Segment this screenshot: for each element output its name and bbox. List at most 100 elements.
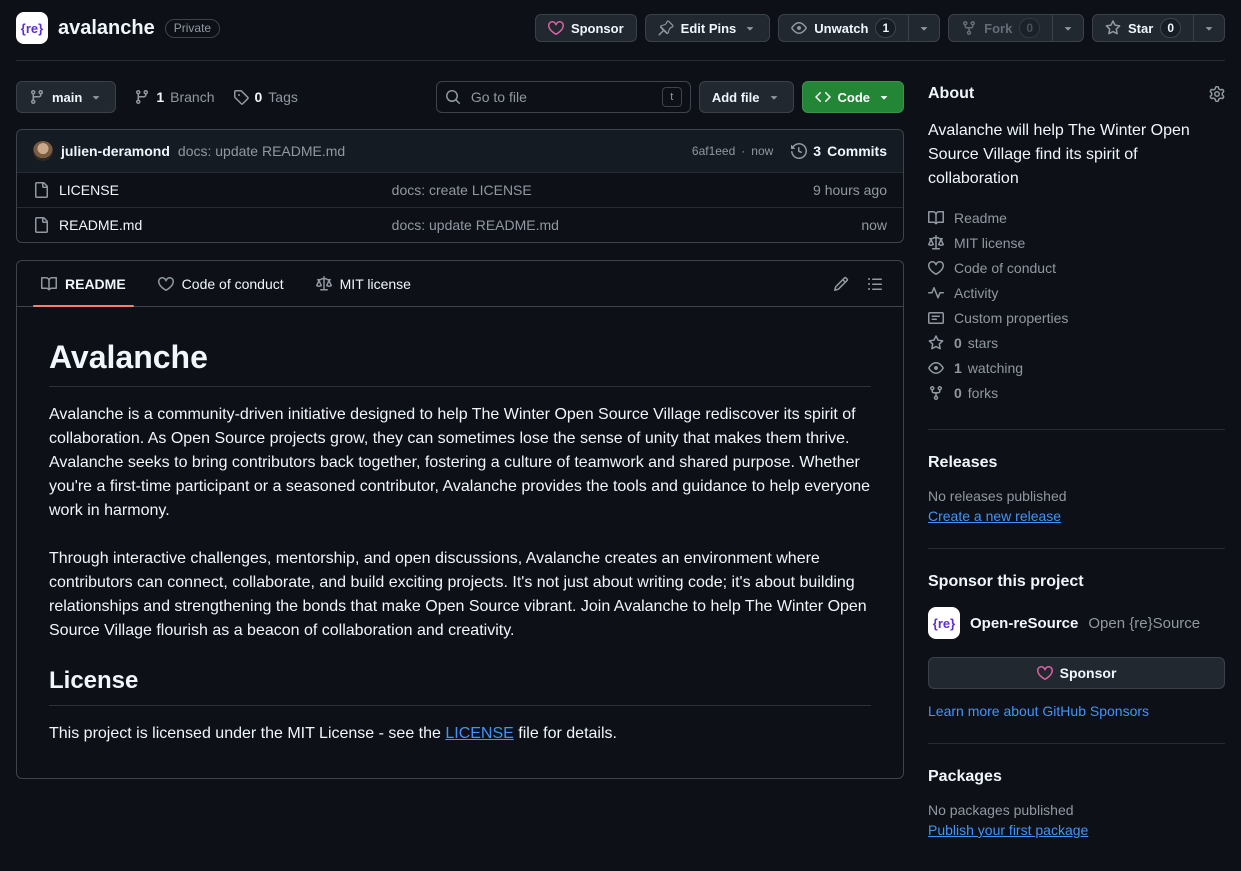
author-avatar[interactable] [33, 141, 53, 161]
publish-package-link[interactable]: Publish your first package [928, 822, 1088, 838]
star-icon [1105, 20, 1121, 36]
releases-title: Releases [928, 454, 1225, 472]
license-heading: License [49, 667, 871, 706]
history-icon [791, 143, 807, 159]
code-label: Code [838, 90, 871, 105]
sidebar-item-readme[interactable]: Readme [928, 205, 1225, 230]
chevron-down-icon [743, 21, 757, 35]
book-icon [41, 276, 57, 292]
outline-list-icon[interactable] [867, 276, 883, 292]
gear-icon[interactable] [1209, 86, 1225, 102]
law-icon [316, 276, 332, 292]
branch-selector[interactable]: main [16, 81, 116, 113]
commit-message-link[interactable]: docs: update README.md [178, 143, 345, 159]
repo-name[interactable]: avalanche [58, 17, 155, 40]
sidebar-item-mit-license[interactable]: MIT license [928, 230, 1225, 255]
dot-separator: · [741, 144, 745, 158]
chevron-down-icon [1061, 21, 1075, 35]
commit-history-link[interactable]: 3 Commits [791, 143, 887, 159]
add-file-button[interactable]: Add file [699, 81, 794, 113]
content-grid: main 1 Branch 0 Tags t [16, 81, 1225, 862]
goto-file-search[interactable]: t [436, 81, 691, 113]
main-column: main 1 Branch 0 Tags t [16, 81, 904, 779]
learn-more-sponsors-link[interactable]: Learn more about GitHub Sponsors [928, 703, 1225, 719]
code-button[interactable]: Code [802, 81, 905, 113]
org-avatar[interactable]: {re} [16, 12, 48, 44]
sponsor-button-label: Sponsor [1060, 665, 1117, 681]
file-icon [33, 182, 49, 198]
packages-section: Packages No packages published Publish y… [928, 743, 1225, 862]
pin-icon [658, 20, 674, 36]
sponsor-section: Sponsor this project {re} Open-reSource … [928, 548, 1225, 743]
sidebar-item-label: Activity [954, 285, 998, 301]
tab-code-of-conduct[interactable]: Code of conduct [142, 261, 300, 306]
star-dropdown-button[interactable] [1193, 14, 1225, 42]
star-count-badge: 0 [1160, 18, 1181, 38]
sidebar-sponsor-button[interactable]: Sponsor [928, 657, 1225, 689]
license-paragraph: This project is licensed under the MIT L… [49, 722, 871, 746]
sidebar-item-custom-properties[interactable]: Custom properties [928, 305, 1225, 330]
git-branch-icon [29, 89, 45, 105]
chevron-down-icon [877, 90, 891, 104]
file-name-link[interactable]: README.md [59, 217, 142, 233]
file-commit-message-link[interactable]: docs: update README.md [392, 217, 862, 233]
sponsor-org-name[interactable]: Open-reSource [970, 615, 1078, 632]
tab-label: Code of conduct [182, 276, 284, 292]
goto-file-input[interactable] [469, 88, 654, 106]
sidebar-item-forks[interactable]: 0 forks [928, 380, 1225, 405]
tab-mit-license[interactable]: MIT license [300, 261, 427, 306]
toolbar-right: t Add file Code [436, 81, 904, 113]
file-name-link[interactable]: LICENSE [59, 182, 119, 198]
file-toolbar: main 1 Branch 0 Tags t [16, 81, 904, 113]
forks-count: 0 [954, 385, 962, 401]
pulse-icon [928, 285, 944, 301]
repo-title-group: {re} avalanche Private [16, 12, 220, 44]
star-icon [928, 335, 944, 351]
edit-pins-button[interactable]: Edit Pins [645, 14, 771, 42]
tab-readme[interactable]: README [25, 261, 142, 306]
about-description: Avalanche will help The Winter Open Sour… [928, 119, 1225, 191]
branches-link[interactable]: 1 Branch [134, 89, 214, 105]
commit-author-link[interactable]: julien-deramond [61, 143, 170, 159]
readme-paragraph: Avalanche is a community-driven initiati… [49, 403, 871, 523]
license-text-after: file for details. [514, 725, 617, 742]
sidebar-item-label: forks [968, 385, 998, 401]
fork-button[interactable]: Fork 0 [948, 14, 1052, 42]
license-text-before: This project is licensed under the MIT L… [49, 725, 445, 742]
pencil-icon[interactable] [833, 276, 849, 292]
sidebar-item-stars[interactable]: 0 stars [928, 330, 1225, 355]
commits-label: Commits [827, 143, 887, 159]
file-commit-message-link[interactable]: docs: create LICENSE [392, 182, 813, 198]
sidebar-item-code-of-conduct[interactable]: Code of conduct [928, 255, 1225, 280]
unwatch-label: Unwatch [814, 21, 868, 36]
sidebar-item-watching[interactable]: 1 watching [928, 355, 1225, 380]
git-branch-icon [134, 89, 150, 105]
readme-card: README Code of conduct MIT license [16, 260, 904, 779]
watch-dropdown-button[interactable] [908, 14, 940, 42]
sponsor-org-avatar[interactable]: {re} [928, 607, 960, 639]
sidebar-item-label: MIT license [954, 235, 1025, 251]
note-icon [928, 310, 944, 326]
license-file-link[interactable]: LICENSE [445, 725, 513, 742]
visibility-badge: Private [165, 19, 220, 38]
repo-forked-icon [961, 20, 977, 36]
star-button[interactable]: Star 0 [1092, 14, 1193, 42]
fork-dropdown-button[interactable] [1052, 14, 1084, 42]
tags-link[interactable]: 0 Tags [233, 89, 298, 105]
repo-page: {re} avalanche Private Sponsor Edit Pins… [0, 0, 1241, 862]
commit-sha-link[interactable]: 6af1eed [692, 144, 735, 158]
branch-name: main [52, 90, 82, 105]
sponsor-button[interactable]: Sponsor [535, 14, 637, 42]
file-browser: julien-deramond docs: update README.md 6… [16, 129, 904, 243]
sidebar: About Avalanche will help The Winter Ope… [928, 81, 1225, 862]
tag-count: 0 [255, 89, 263, 105]
table-row[interactable]: LICENSE docs: create LICENSE 9 hours ago [17, 172, 903, 207]
file-icon [33, 217, 49, 233]
sidebar-item-label: watching [968, 360, 1023, 376]
fork-label: Fork [984, 21, 1012, 36]
sidebar-item-activity[interactable]: Activity [928, 280, 1225, 305]
readme-tabbar: README Code of conduct MIT license [17, 261, 903, 307]
create-release-link[interactable]: Create a new release [928, 508, 1061, 524]
table-row[interactable]: README.md docs: update README.md now [17, 207, 903, 242]
unwatch-button[interactable]: Unwatch 1 [778, 14, 908, 42]
